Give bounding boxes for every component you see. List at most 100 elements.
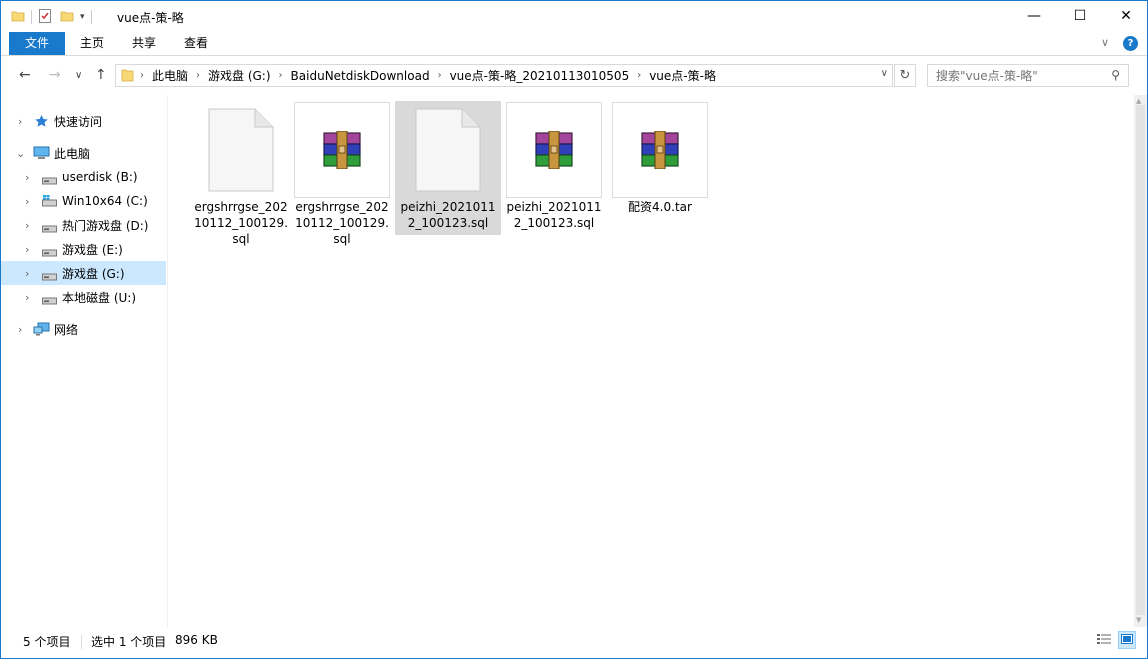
sidebar-item-drive-u[interactable]: › 本地磁盘 (U:): [1, 285, 166, 309]
sidebar-item-drive-e[interactable]: › 游戏盘 (E:): [1, 237, 166, 261]
breadcrumb-item[interactable]: 游戏盘 (G:): [202, 67, 277, 84]
expand-chevron-icon[interactable]: ›: [25, 195, 29, 208]
back-button[interactable]: ←: [19, 67, 31, 83]
winrar-archive-icon: [612, 102, 708, 198]
sidebar-item-this-pc[interactable]: ⌄ 此电脑: [1, 141, 166, 165]
breadcrumb-separator-icon[interactable]: ›: [138, 70, 146, 81]
file-list: ergshrrgse_20210112_100129.sql ergshrrgs…: [168, 95, 1134, 627]
expand-ribbon-chevron-icon[interactable]: ∨: [1101, 36, 1109, 49]
windows-drive-icon: [42, 195, 57, 210]
expand-chevron-icon[interactable]: ›: [25, 243, 29, 256]
sidebar-item-label: userdisk (B:): [62, 170, 138, 184]
file-name: 配资4.0.tar: [628, 200, 692, 214]
folder-icon: [121, 68, 134, 85]
file-name: peizhi_20210112_100123.sql: [400, 200, 496, 230]
tab-home[interactable]: 主页: [71, 32, 113, 55]
tab-view[interactable]: 查看: [175, 32, 217, 55]
sidebar-item-drive-d[interactable]: › 热门游戏盘 (D:): [1, 213, 166, 237]
breadcrumb-item[interactable]: vue点-策-略: [643, 67, 722, 84]
selection-count: 选中 1 个项目: [91, 635, 167, 649]
expand-chevron-icon[interactable]: ›: [25, 219, 29, 232]
address-bar[interactable]: › 此电脑 › 游戏盘 (G:) › BaiduNetdiskDownload …: [115, 64, 893, 87]
scroll-down-icon[interactable]: ▼: [1136, 616, 1141, 624]
scrollbar-thumb[interactable]: [1136, 105, 1145, 615]
close-button[interactable]: ✕: [1103, 1, 1148, 31]
forward-button[interactable]: →: [49, 67, 61, 83]
file-name: peizhi_20210112_100123.sql: [506, 200, 602, 230]
quick-access-toolbar: ▾: [11, 7, 98, 27]
breadcrumb-separator-icon[interactable]: ›: [277, 70, 285, 81]
selection-size: 896 KB: [175, 633, 218, 647]
maximize-button[interactable]: ☐: [1057, 1, 1103, 31]
sidebar-item-drive-g[interactable]: › 游戏盘 (G:): [1, 261, 166, 285]
sidebar-item-label: 热门游戏盘 (D:): [62, 218, 149, 233]
file-item[interactable]: 配资4.0.tar: [607, 101, 713, 235]
breadcrumb: › 此电脑 › 游戏盘 (G:) › BaiduNetdiskDownload …: [138, 65, 722, 86]
title-bar: ▾ vue点-策-略 — ☐ ✕: [1, 1, 1147, 32]
breadcrumb-separator-icon[interactable]: ›: [194, 70, 202, 81]
network-icon: [33, 322, 50, 339]
drive-icon: [42, 246, 57, 260]
drive-icon: [42, 174, 57, 188]
breadcrumb-item[interactable]: vue点-策-略_20210113010505: [444, 67, 636, 84]
sidebar-item-network[interactable]: › 网络: [1, 317, 166, 341]
breadcrumb-item[interactable]: BaiduNetdiskDownload: [285, 69, 436, 83]
sidebar-item-label: 网络: [54, 322, 79, 337]
search-icon[interactable]: ⚲: [1111, 68, 1120, 82]
minimize-button[interactable]: —: [1011, 1, 1057, 31]
refresh-button[interactable]: ↻: [894, 64, 916, 87]
sidebar-item-label: Win10x64 (C:): [62, 194, 148, 208]
window-title: vue点-策-略: [117, 11, 184, 25]
details-view-button[interactable]: [1095, 631, 1113, 649]
sidebar-item-quick-access[interactable]: › 快速访问: [1, 109, 166, 133]
explorer-window: ▾ vue点-策-略 — ☐ ✕ 文件 主页 共享 查看 ∨ ? ← → ∨ ↑…: [0, 0, 1148, 659]
drive-icon: [42, 270, 57, 284]
folder-icon: [11, 9, 25, 26]
new-folder-icon[interactable]: [60, 9, 74, 26]
computer-icon: [33, 146, 50, 163]
tab-file[interactable]: 文件: [9, 32, 65, 55]
address-dropdown-chevron-icon[interactable]: ∨: [881, 68, 888, 79]
tab-share[interactable]: 共享: [123, 32, 165, 55]
scroll-up-icon[interactable]: ▲: [1136, 97, 1141, 105]
drive-icon: [42, 294, 57, 308]
status-bar: 5 个项目 选中 1 个项目 896 KB: [1, 627, 1147, 658]
sidebar-item-label: 快速访问: [54, 114, 103, 129]
blank-file-icon: [193, 102, 289, 198]
up-button[interactable]: ↑: [95, 67, 107, 83]
blank-file-icon: [400, 102, 496, 198]
breadcrumb-separator-icon[interactable]: ›: [436, 70, 444, 81]
sidebar-item-drive-b[interactable]: › userdisk (B:): [1, 165, 166, 189]
item-count: 5 个项目: [23, 635, 71, 649]
details-view-icon: [1097, 633, 1111, 648]
search-box[interactable]: ⚲: [927, 64, 1129, 87]
properties-icon[interactable]: [38, 8, 52, 27]
breadcrumb-item[interactable]: 此电脑: [146, 67, 194, 84]
star-icon: [34, 114, 49, 131]
file-item[interactable]: peizhi_20210112_100123.sql: [501, 101, 607, 235]
sidebar-item-label: 此电脑: [54, 146, 91, 161]
recent-locations-button[interactable]: ∨: [75, 70, 82, 81]
customize-toolbar-chevron-icon[interactable]: ▾: [80, 12, 85, 22]
expand-chevron-icon[interactable]: ›: [25, 267, 29, 280]
collapse-chevron-icon[interactable]: ⌄: [16, 147, 25, 160]
large-icons-view-button[interactable]: [1118, 631, 1136, 649]
expand-chevron-icon[interactable]: ›: [25, 171, 29, 184]
help-icon[interactable]: ?: [1123, 36, 1138, 51]
vertical-scrollbar[interactable]: ▲ ▼: [1134, 95, 1147, 627]
expand-chevron-icon[interactable]: ›: [18, 115, 22, 128]
file-name: ergshrrgse_20210112_100129.sql: [194, 200, 288, 246]
sidebar-item-label: 本地磁盘 (U:): [62, 290, 137, 305]
breadcrumb-separator-icon[interactable]: ›: [635, 70, 643, 81]
file-item[interactable]: ergshrrgse_20210112_100129.sql: [188, 101, 294, 246]
expand-chevron-icon[interactable]: ›: [25, 291, 29, 304]
sidebar-item-label: 游戏盘 (E:): [62, 242, 123, 257]
refresh-icon: ↻: [899, 68, 911, 83]
search-input[interactable]: [928, 65, 1098, 86]
large-icons-view-icon: [1121, 633, 1133, 647]
expand-chevron-icon[interactable]: ›: [18, 323, 22, 336]
file-item[interactable]: peizhi_20210112_100123.sql: [395, 101, 501, 235]
file-item[interactable]: ergshrrgse_20210112_100129.sql: [289, 101, 395, 246]
sidebar-item-drive-c[interactable]: › Win10x64 (C:): [1, 189, 166, 213]
winrar-archive-icon: [294, 102, 390, 198]
